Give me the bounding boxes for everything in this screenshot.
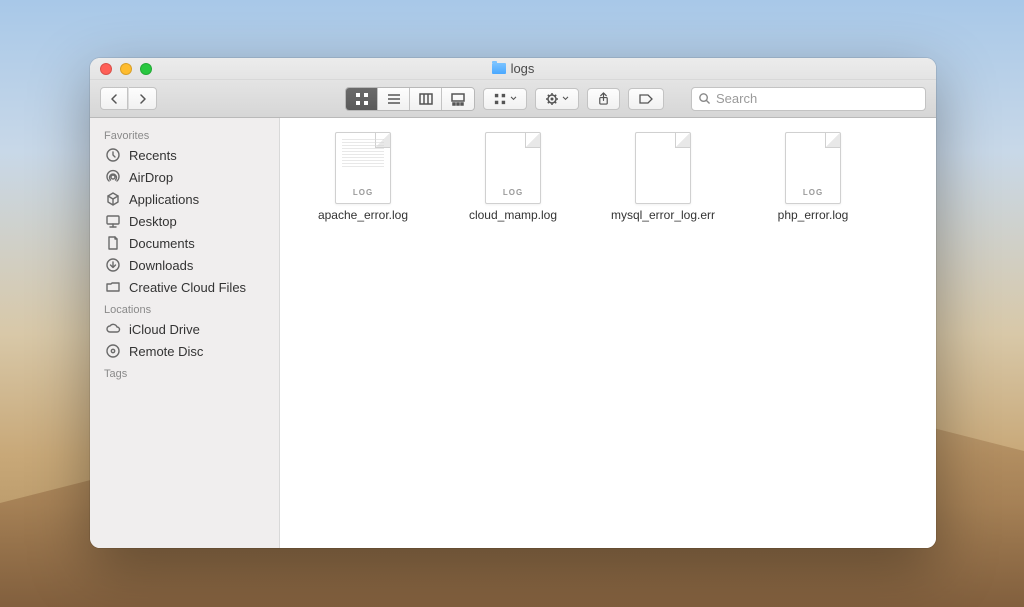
file-name: php_error.log bbox=[778, 208, 849, 223]
share-button[interactable] bbox=[587, 88, 620, 110]
sidebar-item-documents[interactable]: Documents bbox=[90, 232, 279, 254]
airdrop-icon bbox=[104, 169, 122, 185]
cloud-icon bbox=[104, 321, 122, 337]
sidebar-group-label: Tags bbox=[90, 362, 279, 382]
sidebar-item-downloads[interactable]: Downloads bbox=[90, 254, 279, 276]
folder-icon bbox=[104, 279, 122, 295]
gallery-view-button[interactable] bbox=[442, 88, 474, 110]
search-icon bbox=[698, 92, 711, 105]
disc-icon bbox=[104, 343, 122, 359]
close-window-button[interactable] bbox=[100, 63, 112, 75]
sidebar-item-label: Remote Disc bbox=[129, 344, 203, 359]
sidebar-item-recents[interactable]: Recents bbox=[90, 144, 279, 166]
view-mode-group bbox=[345, 87, 475, 111]
document-icon bbox=[104, 235, 122, 251]
file-name: cloud_mamp.log bbox=[469, 208, 557, 223]
file-item[interactable]: LOG cloud_mamp.log bbox=[448, 132, 578, 223]
file-ext-label: LOG bbox=[353, 188, 373, 197]
window-title: logs bbox=[492, 61, 535, 76]
file-item[interactable]: mysql_error_log.err bbox=[598, 132, 728, 223]
sidebar-item-applications[interactable]: Applications bbox=[90, 188, 279, 210]
back-button[interactable] bbox=[100, 87, 128, 110]
file-name: mysql_error_log.err bbox=[611, 208, 715, 223]
search-input[interactable] bbox=[716, 91, 919, 106]
column-view-button[interactable] bbox=[410, 88, 442, 110]
sidebar: Favorites Recents AirDrop Applications Deskt… bbox=[90, 118, 280, 548]
sidebar-item-desktop[interactable]: Desktop bbox=[90, 210, 279, 232]
tags-button[interactable] bbox=[628, 88, 664, 110]
file-item[interactable]: LOG apache_error.log bbox=[298, 132, 428, 223]
file-ext-label: LOG bbox=[503, 188, 523, 197]
action-button[interactable] bbox=[535, 88, 579, 110]
file-icon: LOG bbox=[785, 132, 841, 204]
sidebar-group-label: Favorites bbox=[90, 124, 279, 144]
file-name: apache_error.log bbox=[318, 208, 408, 223]
sidebar-group-label: Locations bbox=[90, 298, 279, 318]
sidebar-item-label: Downloads bbox=[129, 258, 193, 273]
file-icon: LOG bbox=[485, 132, 541, 204]
file-icon bbox=[635, 132, 691, 204]
desktop-icon bbox=[104, 213, 122, 229]
arrange-button[interactable] bbox=[483, 88, 527, 110]
download-icon bbox=[104, 257, 122, 273]
sidebar-item-label: Recents bbox=[129, 148, 177, 163]
icon-view-button[interactable] bbox=[346, 88, 378, 110]
search-box[interactable] bbox=[691, 87, 926, 111]
sidebar-item-label: AirDrop bbox=[129, 170, 173, 185]
file-ext-label: LOG bbox=[803, 188, 823, 197]
sidebar-item-remote-disc[interactable]: Remote Disc bbox=[90, 340, 279, 362]
clock-icon bbox=[104, 147, 122, 163]
sidebar-item-label: Desktop bbox=[129, 214, 177, 229]
file-grid[interactable]: LOG apache_error.log LOG cloud_mamp.log mysq… bbox=[280, 118, 936, 548]
sidebar-item-label: Creative Cloud Files bbox=[129, 280, 246, 295]
nav-buttons bbox=[100, 87, 157, 110]
forward-button[interactable] bbox=[129, 87, 157, 110]
file-item[interactable]: LOG php_error.log bbox=[748, 132, 878, 223]
window-body: Favorites Recents AirDrop Applications Deskt… bbox=[90, 118, 936, 548]
titlebar: logs bbox=[90, 58, 936, 80]
sidebar-item-label: Documents bbox=[129, 236, 195, 251]
toolbar bbox=[90, 80, 936, 118]
apps-icon bbox=[104, 191, 122, 207]
sidebar-item-label: Applications bbox=[129, 192, 199, 207]
zoom-window-button[interactable] bbox=[140, 63, 152, 75]
sidebar-item-creative-cloud-files[interactable]: Creative Cloud Files bbox=[90, 276, 279, 298]
minimize-window-button[interactable] bbox=[120, 63, 132, 75]
finder-window: logs bbox=[90, 58, 936, 548]
window-controls bbox=[100, 63, 152, 75]
folder-icon bbox=[492, 63, 506, 74]
sidebar-item-icloud-drive[interactable]: iCloud Drive bbox=[90, 318, 279, 340]
sidebar-item-label: iCloud Drive bbox=[129, 322, 200, 337]
sidebar-item-airdrop[interactable]: AirDrop bbox=[90, 166, 279, 188]
list-view-button[interactable] bbox=[378, 88, 410, 110]
title-text: logs bbox=[511, 61, 535, 76]
file-icon: LOG bbox=[335, 132, 391, 204]
